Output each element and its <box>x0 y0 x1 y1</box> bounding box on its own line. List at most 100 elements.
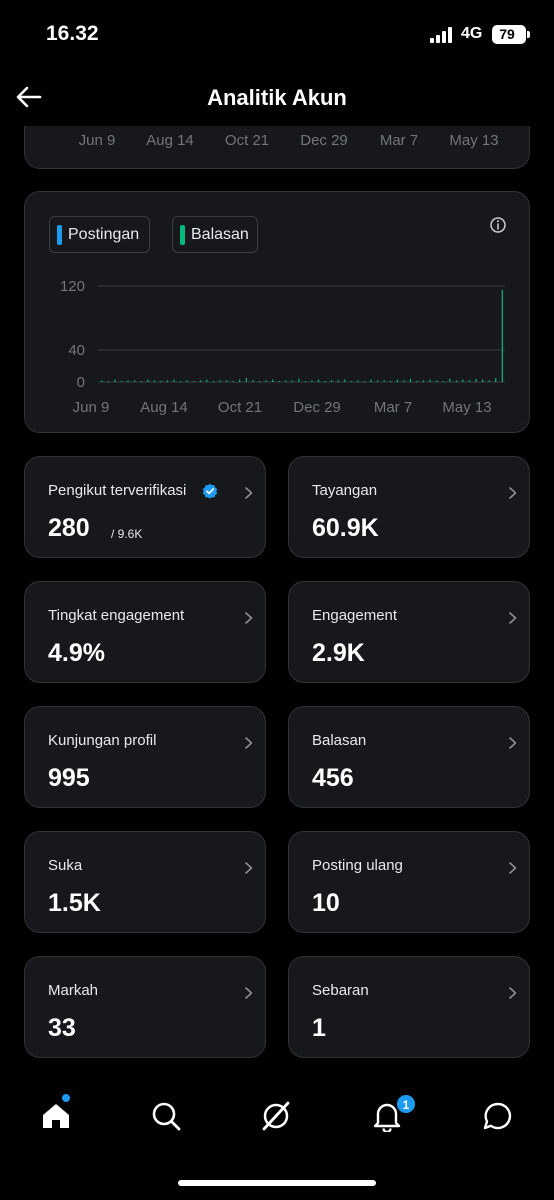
bar-balasan <box>363 381 366 382</box>
bar-balasan <box>501 290 503 382</box>
chevron-right-icon <box>245 612 253 624</box>
bar-balasan <box>436 380 438 382</box>
bar-balasan <box>422 380 425 382</box>
posts-chart-card: Postingan Balasan 0 40 120 Jun 9 Aug 14 Oct 2… <box>24 191 530 433</box>
x-tick-label: Oct 21 <box>218 399 262 416</box>
bar-balasan <box>193 381 195 382</box>
stat-label: Kunjungan profil <box>48 732 157 749</box>
x-tick-label: Aug 14 <box>140 399 188 416</box>
stat-label: Posting ulang <box>312 857 403 874</box>
bar-balasan <box>304 381 306 382</box>
bar-balasan <box>239 379 241 382</box>
header: Analitik Akun <box>0 70 554 126</box>
stat-card[interactable]: Kunjungan profil 995 <box>24 706 266 808</box>
stat-label: Tingkat engagement <box>48 607 185 624</box>
stat-value: 1 <box>312 1014 326 1042</box>
bar-balasan <box>180 381 182 382</box>
stat-card[interactable]: Engagement 2.9K <box>288 581 530 683</box>
search-icon[interactable] <box>150 1100 182 1132</box>
bar-balasan <box>272 379 274 382</box>
stat-card[interactable]: Tayangan 60.9K <box>288 456 530 558</box>
x-tick-label: Oct 21 <box>224 132 270 149</box>
bar-balasan <box>285 380 287 382</box>
bar-chart: 0 40 120 Jun 9 Aug 14 Oct 21 Dec 29 Mar 7 May 13 <box>60 278 505 416</box>
bar-balasan <box>449 378 451 382</box>
stat-card[interactable]: Balasan 456 <box>288 706 530 808</box>
x-tick-label: Jun 9 <box>73 399 110 416</box>
stat-label: Sebaran <box>312 982 369 999</box>
x-tick-label: May 13 <box>449 132 499 149</box>
stat-value: 4.9% <box>48 639 105 667</box>
stat-label: Suka <box>48 857 83 874</box>
stat-label: Tayangan <box>312 482 378 499</box>
bar-balasan <box>390 381 392 382</box>
chevron-right-icon <box>509 612 517 624</box>
x-tick-label: Mar 7 <box>379 132 419 149</box>
stat-card[interactable]: Posting ulang 10 <box>288 831 530 933</box>
stat-label: Markah <box>48 982 99 999</box>
bar-balasan <box>377 380 379 382</box>
chevron-right-icon <box>245 862 253 874</box>
bar-balasan <box>495 378 497 382</box>
chevron-right-icon <box>509 487 517 499</box>
bar-balasan <box>219 380 221 382</box>
x-tick-label: Jun 9 <box>78 132 116 149</box>
x-tick-label: Mar 7 <box>374 399 412 416</box>
chevron-right-icon <box>245 987 253 999</box>
stat-card[interactable]: Markah 33 <box>24 956 266 1058</box>
stat-card[interactable]: Suka 1.5K <box>24 831 266 933</box>
chevron-right-icon <box>245 487 253 499</box>
stat-value: 1.5K <box>48 889 101 917</box>
bar-balasan <box>199 380 201 382</box>
stat-value: 995 <box>48 764 90 792</box>
stat-value: 456 <box>312 764 354 792</box>
bar-balasan <box>173 379 175 382</box>
bar-balasan <box>311 380 313 382</box>
bar-balasan <box>153 380 155 382</box>
bar-balasan <box>324 381 326 382</box>
home-indicator <box>178 1180 376 1186</box>
bar-balasan <box>317 379 320 382</box>
bar-balasan <box>357 380 359 382</box>
status-bar: 16.32 4G 79 <box>0 0 554 70</box>
stat-card[interactable]: Sebaran 1 <box>288 956 530 1058</box>
bar-balasan <box>252 380 254 382</box>
battery-icon: 79 <box>492 25 530 44</box>
messages-icon[interactable] <box>482 1100 514 1132</box>
signal-icon <box>430 27 456 43</box>
bar-balasan <box>232 381 234 382</box>
home-icon[interactable] <box>40 1100 72 1132</box>
bar-balasan <box>331 380 333 382</box>
status-time: 16.32 <box>46 22 99 45</box>
bar-balasan <box>140 381 142 382</box>
bar-balasan <box>482 379 484 382</box>
bar-balasan <box>186 380 188 382</box>
bar-balasan <box>409 378 411 382</box>
stat-card[interactable]: Tingkat engagement 4.9% <box>24 581 266 683</box>
bar-balasan <box>114 379 116 382</box>
y-tick-label: 120 <box>60 278 85 295</box>
network-label: 4G <box>461 25 483 42</box>
bar-balasan <box>429 379 431 382</box>
grok-icon[interactable] <box>260 1100 292 1132</box>
stat-card[interactable]: Pengikut terverifikasi 280 / 9.6K <box>24 456 266 558</box>
stat-label: Engagement <box>312 607 398 624</box>
stat-value: 280 <box>48 514 90 542</box>
bar-balasan <box>344 379 346 382</box>
bar-balasan <box>396 379 398 382</box>
y-tick-label: 0 <box>77 374 85 391</box>
bar-balasan <box>298 378 300 382</box>
bar-balasan <box>278 381 280 382</box>
x-tick-label: Dec 29 <box>300 132 348 149</box>
bar-balasan <box>291 380 293 382</box>
x-tick-label: Dec 29 <box>293 399 341 416</box>
bar-balasan <box>488 380 490 382</box>
bar-balasan <box>383 380 385 382</box>
stat-value: 10 <box>312 889 340 917</box>
stat-value: 2.9K <box>312 639 365 667</box>
x-tick-label: Aug 14 <box>146 132 194 149</box>
home-notification-dot <box>61 1093 71 1103</box>
x-axis: Jun 9 Aug 14 Oct 21 Dec 29 Mar 7 May 13 <box>25 132 529 152</box>
stat-value: 33 <box>48 1014 76 1042</box>
x-tick-label: May 13 <box>442 399 491 416</box>
